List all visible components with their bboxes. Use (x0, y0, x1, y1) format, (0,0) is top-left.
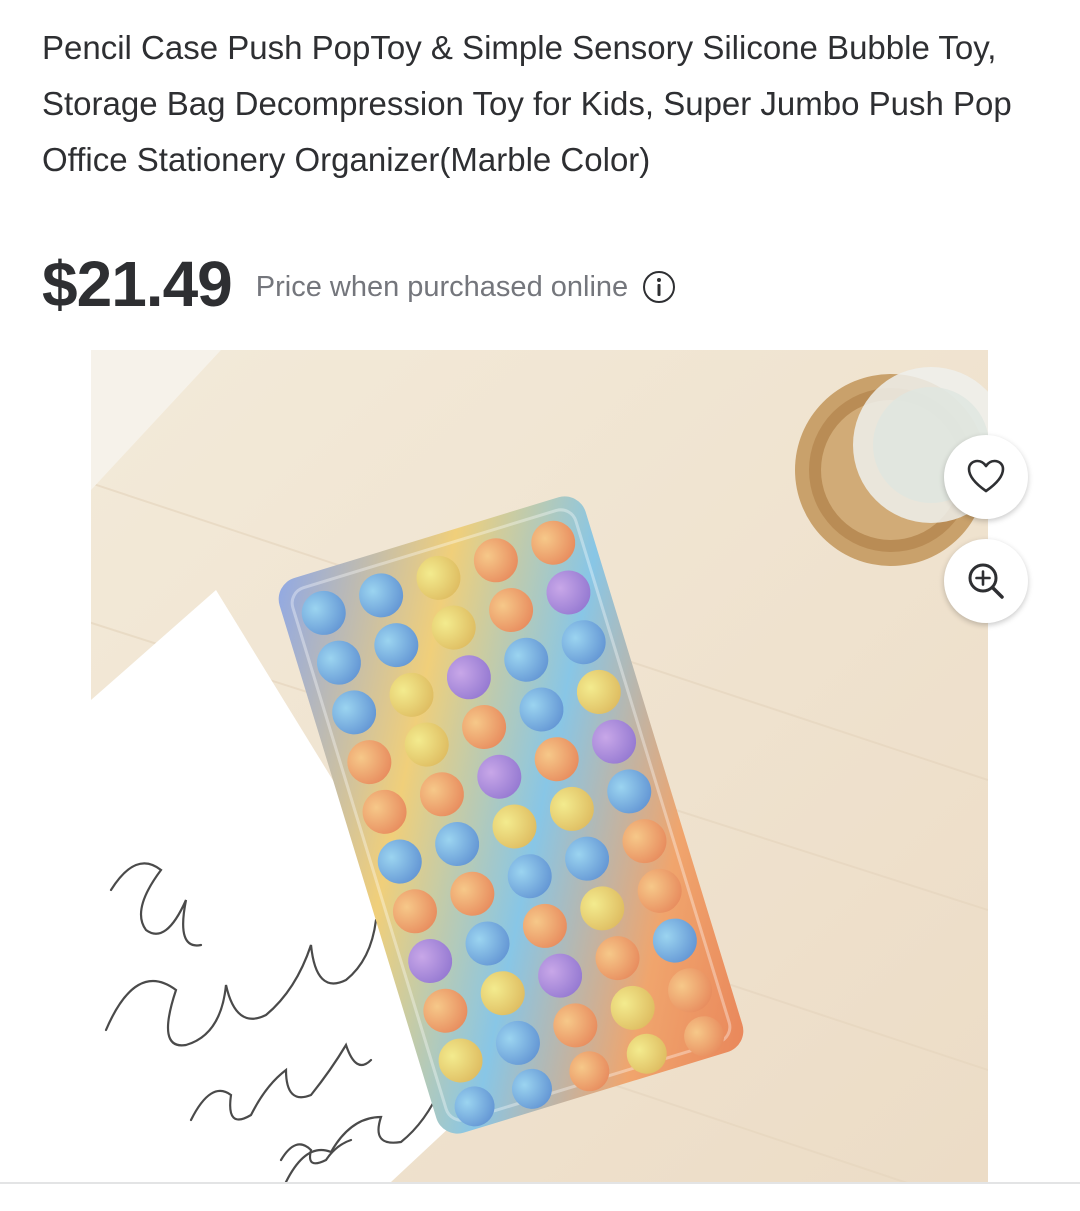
info-icon-glyph (643, 271, 676, 303)
zoom-button[interactable] (944, 539, 1028, 623)
info-icon[interactable] (642, 270, 676, 304)
zoom-in-icon (968, 563, 1004, 599)
price-row: $21.49 Price when purchased online (42, 244, 676, 324)
product-title: Pencil Case Push PopToy & Simple Sensory… (42, 29, 1012, 178)
product-photo (91, 350, 988, 1182)
divider (0, 1182, 1080, 1184)
price-note: Price when purchased online (255, 270, 629, 303)
favorite-button[interactable] (944, 435, 1028, 519)
product-page: Pencil Case Push PopToy & Simple Sensory… (0, 0, 1080, 1211)
product-image[interactable] (91, 350, 988, 1182)
heart-icon (967, 459, 1005, 493)
product-price: $21.49 (42, 248, 233, 320)
